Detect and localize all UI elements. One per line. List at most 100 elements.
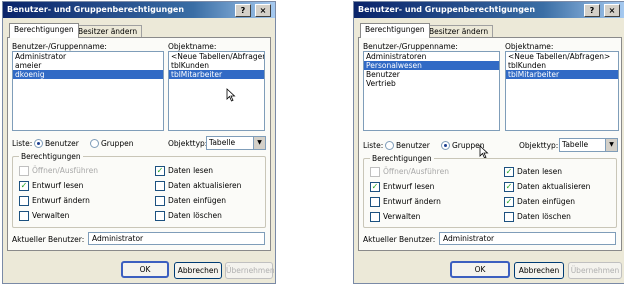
- objects-label: Objektname:: [505, 42, 554, 51]
- list-item[interactable]: Administrator: [13, 52, 163, 61]
- help-icon[interactable]: ?: [235, 4, 251, 17]
- current-user-label: Aktueller Benutzer:: [363, 235, 436, 244]
- cancel-button[interactable]: Abbrechen: [514, 262, 564, 279]
- chevron-down-icon[interactable]: ▼: [253, 137, 265, 149]
- list-label: Liste:: [363, 141, 384, 150]
- radio-users-label: Benutzer: [396, 141, 430, 150]
- checkbox-label: Entwurf lesen: [383, 182, 435, 191]
- checkbox-modify-design[interactable]: [19, 196, 29, 206]
- dialog-titlebar: Benutzer- und Gruppenberechtigungen ? ×: [354, 2, 624, 18]
- checkbox-label: Daten löschen: [168, 211, 222, 220]
- dialog-title: Benutzer- und Gruppenberechtigungen: [358, 5, 536, 14]
- apply-button[interactable]: Übernehmen: [568, 262, 622, 279]
- checkbox-label: Öffnen/Ausführen: [383, 167, 449, 176]
- checkbox-label: Daten lesen: [517, 167, 563, 176]
- current-user-label: Aktueller Benutzer:: [12, 235, 85, 244]
- checkbox-update-data[interactable]: [155, 181, 165, 191]
- checkbox-label: Verwalten: [32, 211, 70, 220]
- list-item[interactable]: tblMitarbeiter: [506, 70, 618, 79]
- permissions-dialog-2: Benutzer- und Gruppenberechtigungen ? × …: [353, 1, 624, 284]
- checkbox-label: Daten aktualisieren: [517, 182, 591, 191]
- objecttype-select[interactable]: Tabelle ▼: [206, 136, 266, 150]
- objecttype-label: Objekttyp:: [519, 141, 559, 150]
- apply-button[interactable]: Übernehmen: [225, 262, 275, 279]
- radio-groups-label: Gruppen: [101, 139, 134, 148]
- list-item[interactable]: <Neue Tabellen/Abfragen>: [169, 52, 264, 61]
- checkbox-administer[interactable]: [370, 212, 380, 222]
- objects-label: Objektname:: [168, 42, 217, 51]
- permissions-group: Berechtigungen Öffnen/Ausführen ✓ Daten …: [12, 152, 266, 228]
- list-item[interactable]: tblKunden: [169, 61, 264, 70]
- tab-change-owner[interactable]: Besitzer ändern: [424, 25, 494, 37]
- radio-groups[interactable]: [441, 141, 450, 150]
- list-item[interactable]: Administratoren: [364, 52, 499, 61]
- radio-groups[interactable]: [90, 139, 99, 148]
- chevron-down-icon[interactable]: ▼: [605, 139, 617, 151]
- cancel-button[interactable]: Abbrechen: [174, 262, 222, 279]
- checkbox-label: Daten lesen: [168, 166, 214, 175]
- close-icon[interactable]: ×: [604, 4, 620, 17]
- objects-listbox[interactable]: <Neue Tabellen/Abfragen> tblKunden tblMi…: [505, 51, 619, 131]
- current-user-field: Administrator: [88, 232, 265, 245]
- users-listbox[interactable]: Administrator ameier dkoenig: [12, 51, 164, 131]
- checkbox-update-data[interactable]: ✓: [504, 182, 514, 192]
- list-item[interactable]: tblMitarbeiter: [169, 70, 264, 79]
- checkbox-delete-data[interactable]: [155, 211, 165, 221]
- radio-users-label: Benutzer: [45, 139, 79, 148]
- ok-button[interactable]: OK: [450, 261, 510, 278]
- checkbox-open-run[interactable]: [370, 167, 380, 177]
- checkbox-label: Entwurf ändern: [32, 196, 90, 205]
- checkbox-read-design[interactable]: ✓: [370, 182, 380, 192]
- objecttype-label: Objekttyp:: [168, 139, 208, 148]
- list-item[interactable]: Personalwesen: [364, 61, 499, 70]
- checkbox-label: Daten löschen: [517, 212, 571, 221]
- mouse-cursor-icon: [479, 145, 489, 159]
- list-item[interactable]: Vertrieb: [364, 79, 499, 88]
- current-user-field: Administrator: [439, 232, 616, 245]
- permissions-group: Berechtigungen Öffnen/Ausführen ✓ Daten …: [363, 154, 617, 228]
- list-item[interactable]: ameier: [13, 61, 163, 70]
- tab-permissions[interactable]: Berechtigungen: [360, 23, 430, 38]
- users-listbox[interactable]: Administratoren Personalwesen Benutzer V…: [363, 51, 500, 131]
- checkbox-open-run[interactable]: [19, 166, 29, 176]
- objecttype-value: Tabelle: [562, 140, 589, 149]
- checkbox-delete-data[interactable]: [504, 212, 514, 222]
- users-label: Benutzer-/Gruppenname:: [12, 42, 107, 51]
- permissions-label: Berechtigungen: [370, 154, 434, 163]
- permissions-label: Berechtigungen: [19, 152, 83, 161]
- checkbox-label: Daten aktualisieren: [168, 181, 242, 190]
- tab-permissions[interactable]: Berechtigungen: [9, 23, 79, 38]
- checkbox-insert-data[interactable]: [155, 196, 165, 206]
- dialog-title: Benutzer- und Gruppenberechtigungen: [7, 5, 185, 14]
- tab-change-owner[interactable]: Besitzer ändern: [73, 25, 143, 37]
- checkbox-read-data[interactable]: ✓: [504, 167, 514, 177]
- checkbox-label: Entwurf lesen: [32, 181, 84, 190]
- list-item[interactable]: <Neue Tabellen/Abfragen>: [506, 52, 618, 61]
- radio-users[interactable]: [385, 141, 394, 150]
- list-item[interactable]: tblKunden: [506, 61, 618, 70]
- checkbox-label: Daten einfügen: [168, 196, 227, 205]
- objects-listbox[interactable]: <Neue Tabellen/Abfragen> tblKunden tblMi…: [168, 51, 265, 131]
- help-icon[interactable]: ?: [584, 4, 600, 17]
- checkbox-modify-design[interactable]: [370, 197, 380, 207]
- list-label: Liste:: [12, 139, 33, 148]
- objecttype-select[interactable]: Tabelle ▼: [559, 138, 618, 152]
- checkbox-label: Verwalten: [383, 212, 421, 221]
- checkbox-read-design[interactable]: ✓: [19, 181, 29, 191]
- ok-button[interactable]: OK: [121, 261, 169, 278]
- permissions-dialog-1: Benutzer- und Gruppenberechtigungen ? × …: [2, 1, 276, 284]
- checkbox-administer[interactable]: [19, 211, 29, 221]
- list-item[interactable]: dkoenig: [13, 70, 163, 79]
- mouse-cursor-icon: [226, 88, 236, 102]
- checkbox-label: Daten einfügen: [517, 197, 576, 206]
- checkbox-label: Öffnen/Ausführen: [32, 166, 98, 175]
- checkbox-insert-data[interactable]: ✓: [504, 197, 514, 207]
- list-item[interactable]: Benutzer: [364, 70, 499, 79]
- objecttype-value: Tabelle: [209, 138, 236, 147]
- close-icon[interactable]: ×: [255, 4, 271, 17]
- radio-users[interactable]: [34, 139, 43, 148]
- dialog-titlebar: Benutzer- und Gruppenberechtigungen ? ×: [3, 2, 275, 18]
- checkbox-read-data[interactable]: ✓: [155, 166, 165, 176]
- tab-panel: Benutzer-/Gruppenname: Administrator ame…: [7, 37, 271, 251]
- users-label: Benutzer-/Gruppenname:: [363, 42, 458, 51]
